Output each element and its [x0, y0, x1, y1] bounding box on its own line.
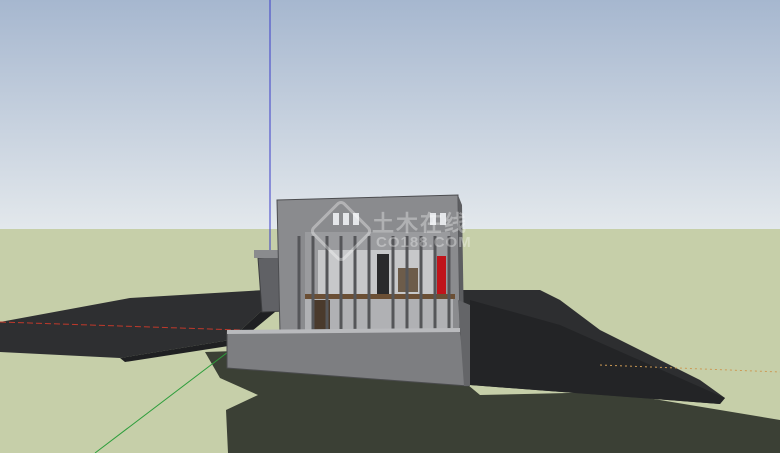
sky-background	[0, 0, 780, 230]
dark-doorway	[377, 254, 389, 294]
3d-model-scene[interactable]	[0, 0, 780, 453]
red-panel	[437, 256, 446, 300]
sketchup-viewport[interactable]: 土木在线 CO188.COM	[0, 0, 780, 453]
